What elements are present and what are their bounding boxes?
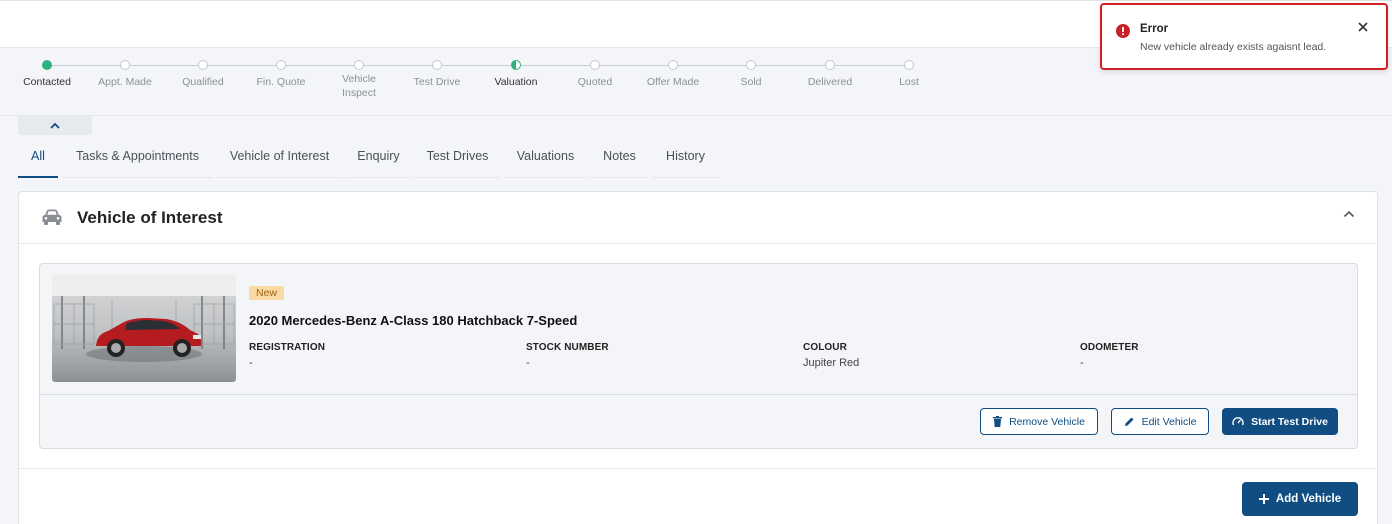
tab-history[interactable]: History (652, 140, 719, 178)
collapse-toggle[interactable] (18, 116, 92, 135)
step-dot (668, 60, 678, 70)
colour-field: COLOUR Jupiter Red (803, 342, 1063, 369)
stepper-step: Valuation (471, 60, 561, 89)
chevron-up-icon (50, 122, 60, 129)
edit-vehicle-button[interactable]: Edit Vehicle (1111, 408, 1209, 435)
button-label: Remove Vehicle (1009, 415, 1085, 428)
stepper-step: Delivered (785, 60, 875, 89)
field-label: REGISTRATION (249, 342, 326, 353)
section-tabs: All Tasks & Appointments Vehicle of Inte… (18, 140, 723, 180)
stepper-step: Appt. Made (80, 60, 170, 89)
step-dot (746, 60, 756, 70)
speedometer-icon (1232, 417, 1244, 426)
step-dot (354, 60, 364, 70)
pencil-icon (1124, 417, 1134, 426)
stepper-step: Test Drive (392, 60, 482, 89)
stepper-step: Qualified (158, 60, 248, 89)
step-label: Offer Made (646, 76, 700, 88)
field-label: ODOMETER (1080, 342, 1139, 353)
registration-field: REGISTRATION - (249, 342, 509, 369)
field-label: COLOUR (803, 342, 847, 353)
field-value: Jupiter Red (803, 357, 860, 369)
card-header[interactable]: Vehicle of Interest (19, 192, 1377, 244)
plus-icon (1258, 494, 1269, 504)
field-label: STOCK NUMBER (526, 342, 609, 353)
divider (40, 394, 1357, 395)
close-icon[interactable] (1358, 22, 1368, 32)
tab-valuations[interactable]: Valuations (504, 140, 587, 178)
step-dot (276, 60, 286, 70)
step-label: Sold (740, 76, 762, 88)
step-label: Lost (899, 76, 919, 88)
stepper-step: Vehicle Inspect (314, 60, 404, 100)
start-test-drive-button[interactable]: Start Test Drive (1222, 408, 1338, 435)
button-label: Edit Vehicle (1141, 415, 1197, 428)
vehicle-of-interest-card: Vehicle of Interest New 2020 Mercedes-Be… (18, 191, 1378, 524)
toast-title: Error (1140, 23, 1169, 35)
step-dot (904, 60, 914, 70)
tab-enquiry[interactable]: Enquiry (346, 140, 411, 178)
step-dot (825, 60, 835, 70)
step-label: Valuation (494, 76, 538, 88)
step-label: Qualified (182, 76, 224, 88)
button-label: Start Test Drive (1251, 415, 1328, 428)
remove-vehicle-button[interactable]: Remove Vehicle (980, 408, 1098, 435)
step-label: Vehicle Inspect (342, 73, 376, 99)
tab-tasks-appointments[interactable]: Tasks & Appointments (62, 140, 213, 178)
step-dot (432, 60, 442, 70)
tab-all[interactable]: All (18, 140, 58, 178)
tab-test-drives[interactable]: Test Drives (415, 140, 500, 178)
vehicle-name: 2020 Mercedes-Benz A-Class 180 Hatchback… (249, 313, 578, 328)
new-badge: New (249, 286, 285, 300)
vehicle-photo (52, 274, 236, 382)
step-label: Contacted (23, 76, 71, 88)
stock-number-field: STOCK NUMBER - (526, 342, 786, 369)
step-label: Appt. Made (98, 76, 152, 88)
vehicle-item: New 2020 Mercedes-Benz A-Class 180 Hatch… (39, 263, 1358, 449)
stepper-step: Contacted (2, 60, 92, 89)
step-dot (590, 60, 600, 70)
field-value: - (526, 357, 530, 369)
stepper-step: Fin. Quote (236, 60, 326, 89)
step-label: Test Drive (413, 76, 461, 88)
trash-icon (993, 416, 1003, 427)
field-value: - (1080, 357, 1084, 369)
odometer-field: ODOMETER - (1080, 342, 1340, 369)
step-dot (120, 60, 130, 70)
step-label: Delivered (807, 76, 853, 88)
step-label: Fin. Quote (256, 76, 306, 88)
toast-message: New vehicle already exists agaisnt lead. (1140, 41, 1327, 53)
stepper-step: Lost (864, 60, 954, 89)
step-dot (511, 60, 521, 70)
stepper-step: Sold (706, 60, 796, 89)
step-dot (42, 60, 52, 70)
stepper-step: Quoted (550, 60, 640, 89)
divider (19, 468, 1377, 469)
add-vehicle-button[interactable]: Add Vehicle (1242, 482, 1358, 516)
tab-vehicle-of-interest[interactable]: Vehicle of Interest (217, 140, 342, 178)
field-value: - (249, 357, 253, 369)
error-icon (1116, 24, 1130, 38)
button-label: Add Vehicle (1275, 493, 1342, 505)
error-toast: Error New vehicle already exists agaisnt… (1100, 3, 1388, 70)
chevron-up-icon[interactable] (1343, 210, 1355, 218)
car-icon (42, 209, 62, 225)
step-label: Quoted (577, 76, 613, 88)
step-dot (198, 60, 208, 70)
section-title: Vehicle of Interest (77, 208, 223, 227)
stepper-step: Offer Made (628, 60, 718, 89)
tab-notes[interactable]: Notes (591, 140, 648, 178)
